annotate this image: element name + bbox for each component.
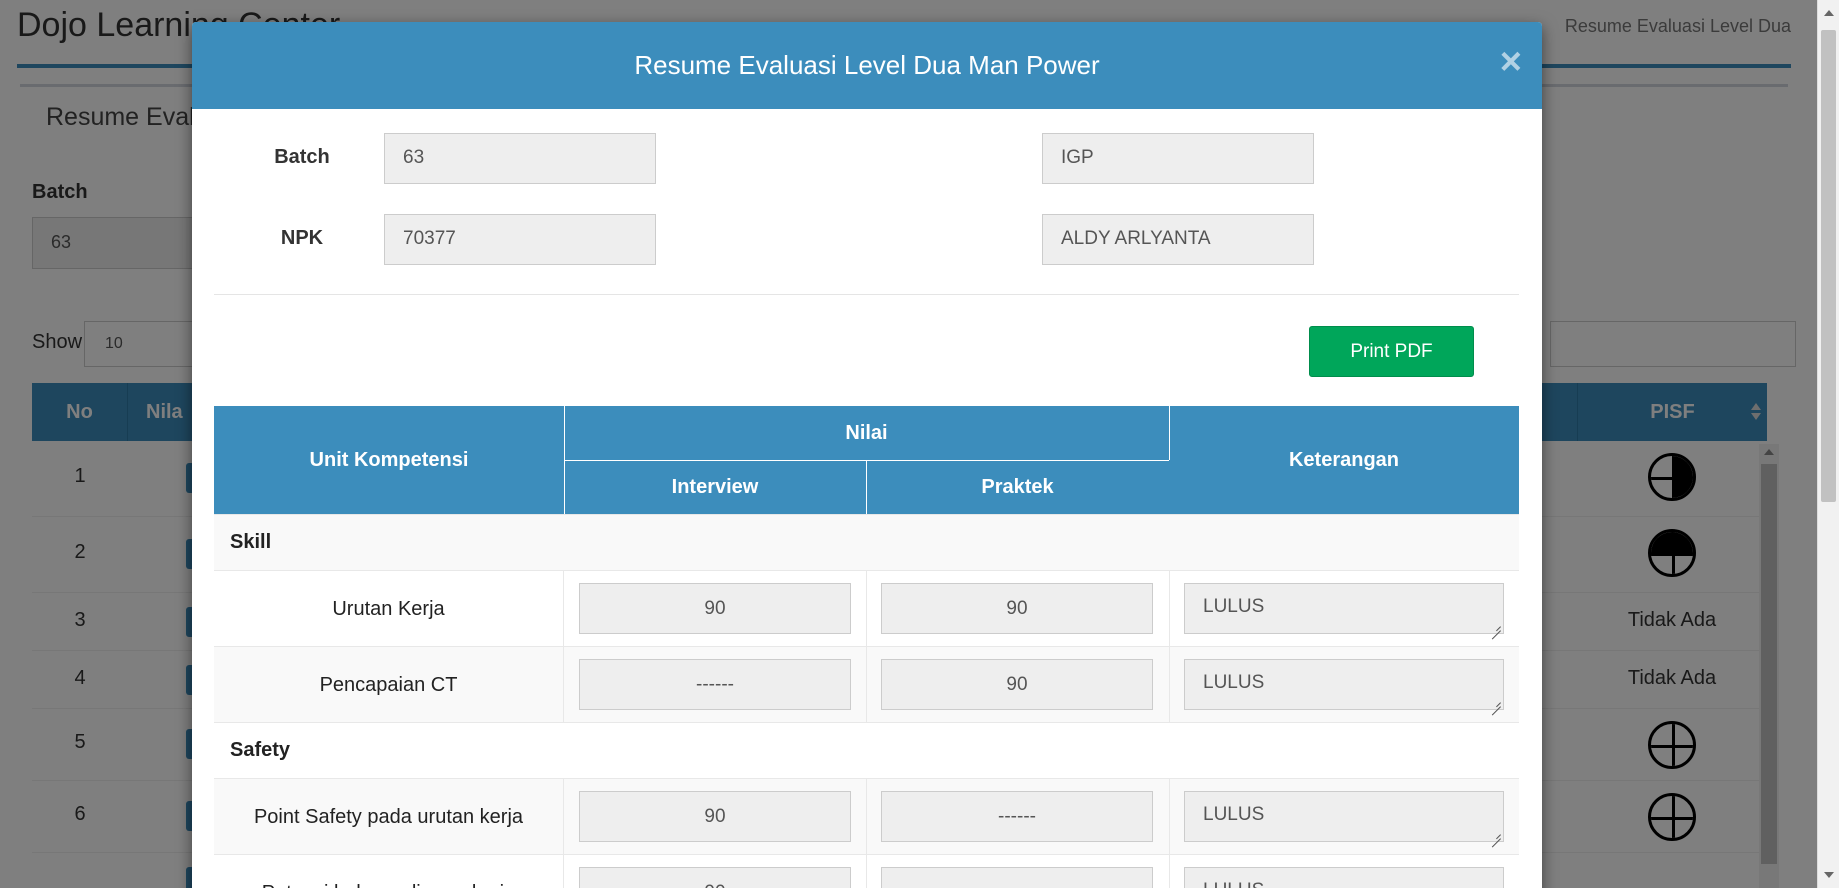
resize-handle-icon[interactable] bbox=[1491, 621, 1501, 631]
table-row: Potensi bahaya di area kerja 90 LULUS bbox=[214, 854, 1519, 888]
nama-field[interactable]: ALDY ARLYANTA bbox=[1042, 214, 1314, 265]
scroll-down-icon[interactable] bbox=[1824, 872, 1834, 878]
keterangan-field[interactable]: LULUS bbox=[1184, 867, 1504, 888]
column-keterangan: Keterangan bbox=[1169, 406, 1519, 514]
unit-name: Urutan Kerja bbox=[214, 571, 564, 647]
resize-handle-icon[interactable] bbox=[1491, 829, 1501, 839]
praktek-score[interactable] bbox=[881, 867, 1153, 888]
close-icon[interactable]: × bbox=[1500, 42, 1522, 82]
interview-score[interactable]: 90 bbox=[579, 791, 851, 842]
unit-name: Point Safety pada urutan kerja bbox=[214, 779, 564, 855]
batch-field[interactable]: 63 bbox=[384, 133, 656, 184]
resize-handle-icon[interactable] bbox=[1491, 697, 1501, 707]
print-pdf-button[interactable]: Print PDF bbox=[1309, 326, 1474, 377]
column-nilai: Nilai bbox=[564, 406, 1169, 460]
keterangan-field[interactable]: LULUS bbox=[1184, 659, 1504, 710]
npk-label: NPK bbox=[280, 227, 324, 249]
header-divider bbox=[1169, 406, 1170, 460]
evaluation-modal: Resume Evaluasi Level Dua Man Power × Ba… bbox=[192, 22, 1542, 888]
unit-name: Potensi bahaya di area kerja bbox=[214, 855, 564, 888]
column-praktek: Praktek bbox=[866, 460, 1169, 514]
scroll-up-icon[interactable] bbox=[1824, 10, 1834, 16]
praktek-score[interactable]: 90 bbox=[881, 659, 1153, 710]
table-row: Pencapaian CT ------ 90 LULUS bbox=[214, 646, 1519, 723]
praktek-score[interactable]: 90 bbox=[881, 583, 1153, 634]
nama-pt-field[interactable]: IGP bbox=[1042, 133, 1314, 184]
category-label: Skill bbox=[230, 531, 272, 553]
interview-score[interactable]: ------ bbox=[579, 659, 851, 710]
header-divider bbox=[866, 460, 867, 514]
keterangan-field[interactable]: LULUS bbox=[1184, 791, 1504, 842]
column-unit-kompetensi: Unit Kompetensi bbox=[214, 406, 564, 514]
interview-score[interactable]: 90 bbox=[579, 867, 851, 888]
page-scrollbar[interactable] bbox=[1817, 0, 1839, 888]
keterangan-field[interactable]: LULUS bbox=[1184, 583, 1504, 634]
table-row: Urutan Kerja 90 90 LULUS bbox=[214, 570, 1519, 647]
praktek-score[interactable]: ------ bbox=[881, 791, 1153, 842]
scroll-thumb[interactable] bbox=[1821, 30, 1836, 502]
modal-header: Resume Evaluasi Level Dua Man Power × bbox=[192, 22, 1542, 109]
keterangan-value: LULUS bbox=[1203, 804, 1265, 825]
keterangan-value: LULUS bbox=[1203, 880, 1264, 888]
npk-field[interactable]: 70377 bbox=[384, 214, 656, 265]
table-row: Point Safety pada urutan kerja 90 ------… bbox=[214, 778, 1519, 855]
category-label: Safety bbox=[230, 739, 291, 761]
batch-label: Batch bbox=[274, 146, 330, 168]
category-row: Skill bbox=[214, 514, 1519, 570]
modal-title: Resume Evaluasi Level Dua Man Power bbox=[634, 50, 1100, 80]
column-interview: Interview bbox=[564, 460, 866, 514]
unit-name: Pencapaian CT bbox=[214, 647, 564, 723]
section-divider bbox=[214, 294, 1519, 295]
keterangan-value: LULUS bbox=[1203, 672, 1265, 693]
category-row: Safety bbox=[214, 722, 1519, 778]
keterangan-value: LULUS bbox=[1203, 596, 1265, 617]
interview-score[interactable]: 90 bbox=[579, 583, 851, 634]
